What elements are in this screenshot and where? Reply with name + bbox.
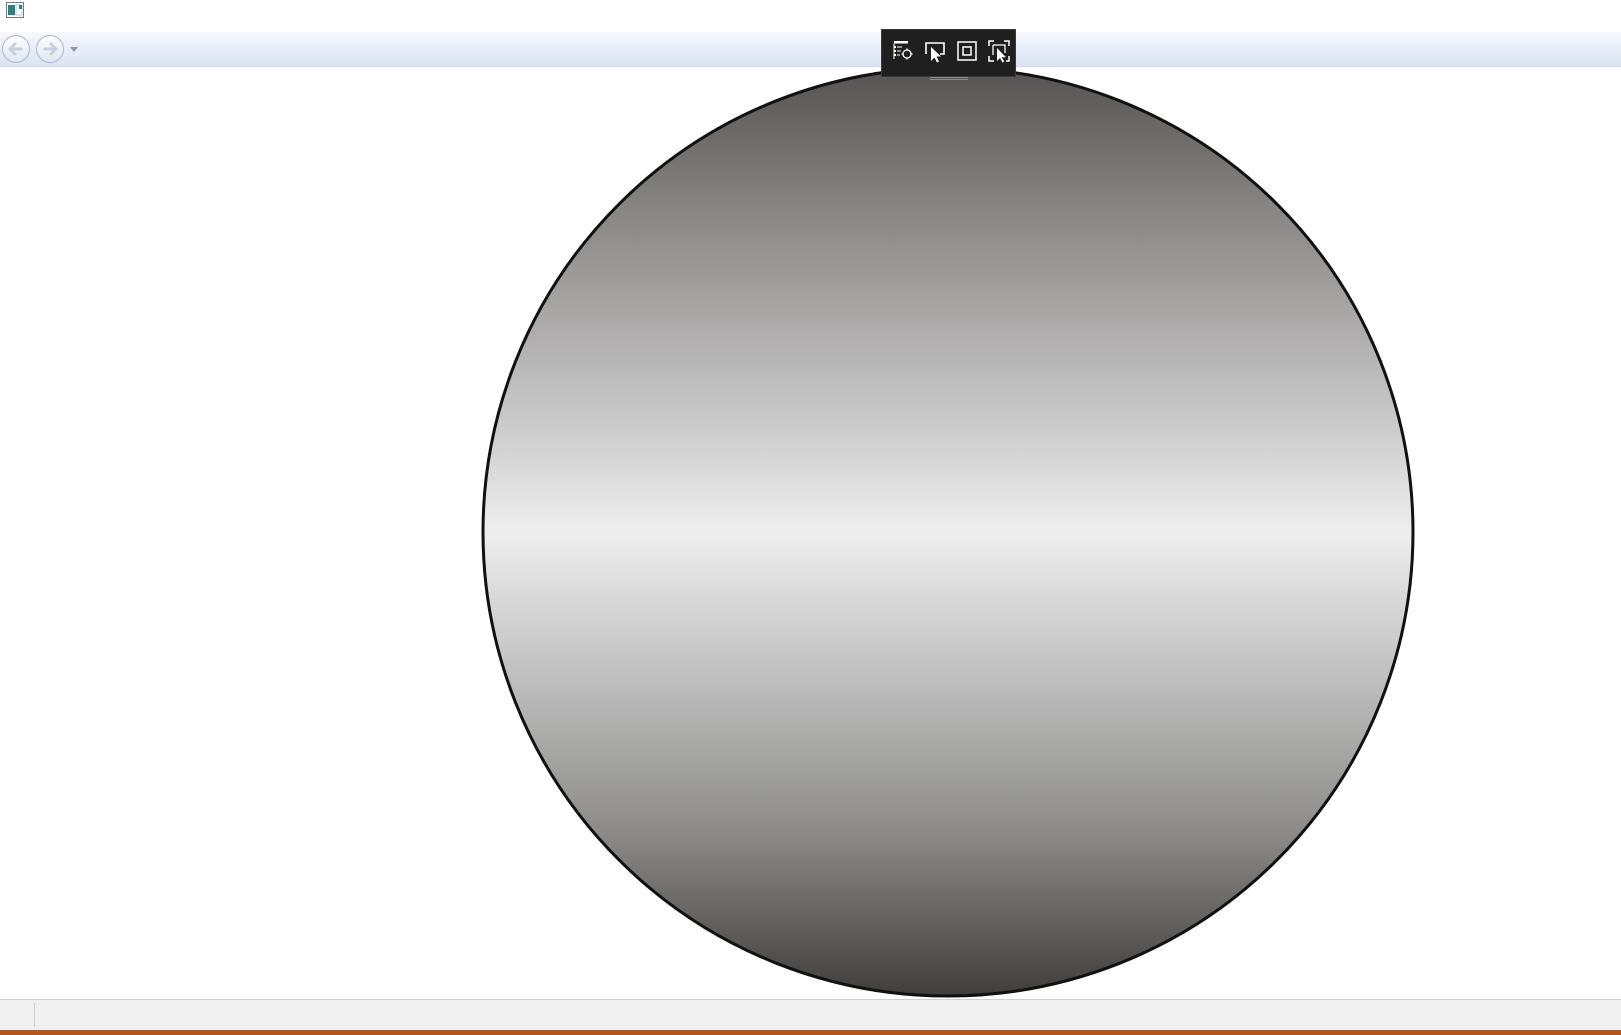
forward-button[interactable] xyxy=(35,34,65,64)
toolbar-drag-handle[interactable] xyxy=(930,68,968,80)
window-bottom-border xyxy=(0,1030,1621,1035)
debug-toolbar xyxy=(881,29,1016,80)
app-window-icon xyxy=(6,2,24,18)
track-focused-element-icon xyxy=(985,40,1013,68)
display-layout-adorners-icon xyxy=(953,41,981,68)
navigation-bar xyxy=(0,32,1621,67)
status-bar xyxy=(0,999,1621,1030)
gradient-circle xyxy=(481,67,1415,998)
title-bar xyxy=(0,0,1621,32)
content-area xyxy=(0,67,1621,999)
select-element-button[interactable] xyxy=(921,37,949,65)
live-visual-tree-button[interactable] xyxy=(888,37,916,65)
navigation-history-button[interactable] xyxy=(67,42,81,56)
arrow-left-icon xyxy=(1,34,31,67)
display-layout-adorners-button[interactable] xyxy=(953,37,981,65)
chevron-down-icon xyxy=(67,44,81,59)
select-element-icon xyxy=(921,42,949,68)
status-bar-separator xyxy=(34,1003,35,1027)
status-bar-text xyxy=(36,1002,1616,1027)
back-button[interactable] xyxy=(1,34,31,64)
live-visual-tree-icon xyxy=(888,41,916,68)
track-focused-element-button[interactable] xyxy=(985,37,1013,65)
app-window xyxy=(0,0,1621,1035)
arrow-right-icon xyxy=(35,34,65,67)
